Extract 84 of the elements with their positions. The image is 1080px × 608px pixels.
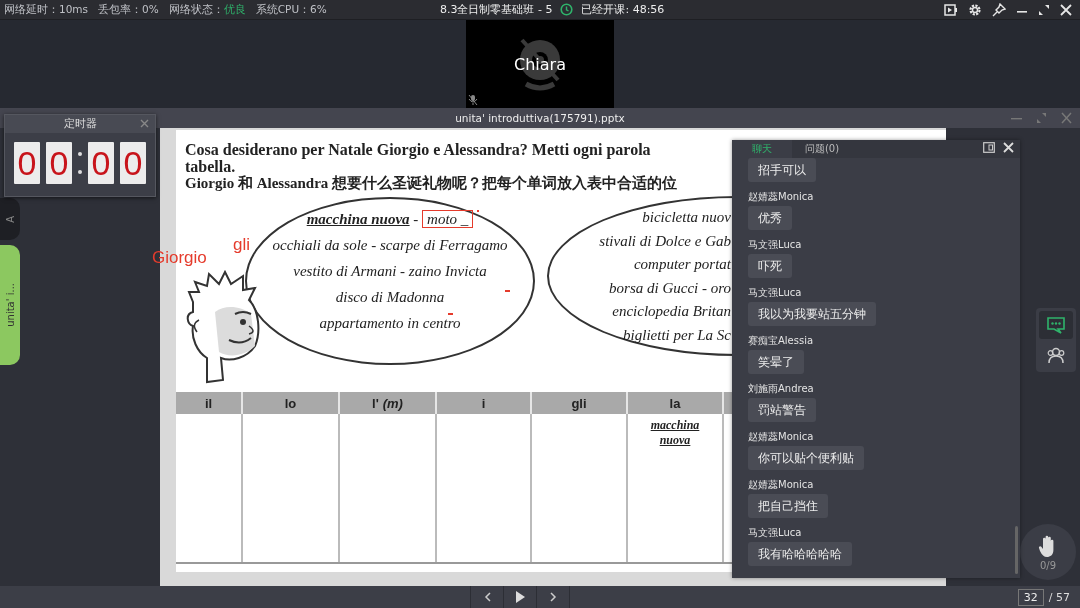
- instruction-text: tabella.: [185, 158, 236, 175]
- stat-label: 网络状态：: [168, 2, 224, 15]
- chat-message: 把自己挡住: [748, 494, 828, 518]
- chat-message: 吓死: [748, 254, 792, 278]
- instruction-text: Giorgio 和 Alessandra 想要什么圣诞礼物呢？把每个单词放入表中合适的位: [185, 175, 678, 192]
- next-button[interactable]: [536, 586, 570, 608]
- chevron-right-icon: [549, 592, 557, 602]
- table-header: l' (m): [340, 392, 437, 414]
- word-list-line: biglietti per La Sc: [623, 326, 731, 343]
- pen-mark: [448, 313, 453, 315]
- chat-tool-button[interactable]: [1039, 311, 1073, 339]
- document-tab[interactable]: A: [0, 198, 20, 240]
- timer-digit: 0: [46, 142, 72, 184]
- hand-count: 0/9: [1039, 559, 1057, 571]
- separator-text: -: [413, 211, 419, 227]
- chat-message: 招手可以: [748, 158, 816, 182]
- word-list-line: enciclopedia Britan: [612, 303, 731, 319]
- stat-value: 0%: [142, 2, 159, 15]
- chat-message: 罚站警告: [748, 398, 816, 422]
- participant-name: Chiara: [514, 54, 566, 74]
- document-tab[interactable]: unita' i...: [0, 245, 20, 365]
- stat-label: 网络延时：: [4, 2, 59, 15]
- pen-mark: [477, 210, 479, 212]
- word-list-line: borsa di Gucci - oro: [609, 279, 731, 296]
- page-input[interactable]: 32: [1017, 589, 1044, 606]
- chat-message: 我以为我要站五分钟: [748, 302, 876, 326]
- page-total: / 57: [1048, 591, 1070, 604]
- sender-name: 马文强Luca: [748, 286, 802, 300]
- sender-name: 赵婧蕊Monica: [748, 430, 814, 444]
- word-list-line: computer portat: [633, 256, 731, 272]
- chat-icon: [1046, 316, 1066, 334]
- raise-hand-button[interactable]: 0/9: [1020, 524, 1076, 580]
- word-list-line: disco di Madonna: [335, 289, 445, 305]
- people-icon: [1046, 346, 1066, 364]
- table-header: la: [628, 392, 724, 414]
- marked-word: moto _: [422, 210, 474, 228]
- table-header: gli: [532, 392, 628, 414]
- table-header: lo: [243, 392, 340, 414]
- chevron-left-icon: [483, 592, 491, 602]
- chat-tab[interactable]: 聊天: [732, 140, 792, 158]
- pin-icon[interactable]: [992, 2, 1006, 17]
- play-icon: [515, 591, 525, 603]
- clock-icon: [560, 3, 574, 16]
- table-header: i: [437, 392, 532, 414]
- stat-value: 6%: [310, 2, 327, 15]
- scrollbar[interactable]: [1015, 526, 1018, 574]
- sender-name: 刘施雨Andrea: [748, 382, 814, 396]
- record-icon[interactable]: [944, 2, 958, 17]
- sender-name: 赵婧蕊Monica: [748, 190, 814, 204]
- document-title: unita' introduttiva(175791).pptx: [455, 112, 625, 124]
- word-list-line: appartamento in centro: [319, 315, 461, 331]
- stat-value: 10ms: [59, 2, 89, 15]
- word-item: macchina nuova: [306, 211, 410, 227]
- sender-name: 马文强Luca: [748, 526, 802, 540]
- timer-title: 定时器: [63, 117, 97, 131]
- table-header: il: [176, 392, 243, 414]
- word-list-line: stivali di Dolce e Gab: [599, 232, 731, 249]
- chat-message: 笑晕了: [748, 350, 804, 374]
- pen-mark: [505, 290, 510, 292]
- word-list-line: occhiali da sole - scarpe di Ferragamo: [272, 237, 508, 253]
- handwritten-note: gli: [233, 235, 250, 255]
- timer-digit: 0: [14, 142, 40, 184]
- chat-tab[interactable]: 问题(0): [792, 140, 852, 158]
- maximize-icon[interactable]: [1038, 3, 1050, 16]
- sender-name: 赵婧蕊Monica: [748, 478, 814, 492]
- word-list-line: vestito di Armani - zaino Invicta: [293, 263, 487, 279]
- settings-icon[interactable]: [968, 2, 982, 17]
- instruction-text: Cosa desiderano per Natale Giorgio e Alessandra? Metti ogni parola: [185, 141, 651, 158]
- chat-message: 你可以贴个便利贴: [748, 446, 864, 470]
- chat-message: 优秀: [748, 206, 792, 230]
- elapsed-time: 已经开课: 48:56: [581, 2, 665, 17]
- popout-icon[interactable]: [983, 142, 995, 153]
- word-list-line: bicicletta nuov: [642, 209, 731, 225]
- sender-name: 赛痴宝Alessia: [748, 334, 814, 348]
- stat-value: 优良: [223, 2, 246, 15]
- chat-message: 我有哈哈哈哈哈: [748, 542, 852, 566]
- sender-name: 马文强Luca: [748, 238, 802, 252]
- table-cell-text: macchina nuova: [649, 418, 701, 448]
- stat-label: 系统CPU：: [255, 2, 311, 15]
- stat-label: 丢包率：: [98, 2, 143, 15]
- timer-digit: 0: [88, 142, 114, 184]
- class-title: 8.3全日制零基础班 - 5: [440, 2, 553, 17]
- colon-icon: [78, 152, 82, 174]
- timer-digit: 0: [120, 142, 146, 184]
